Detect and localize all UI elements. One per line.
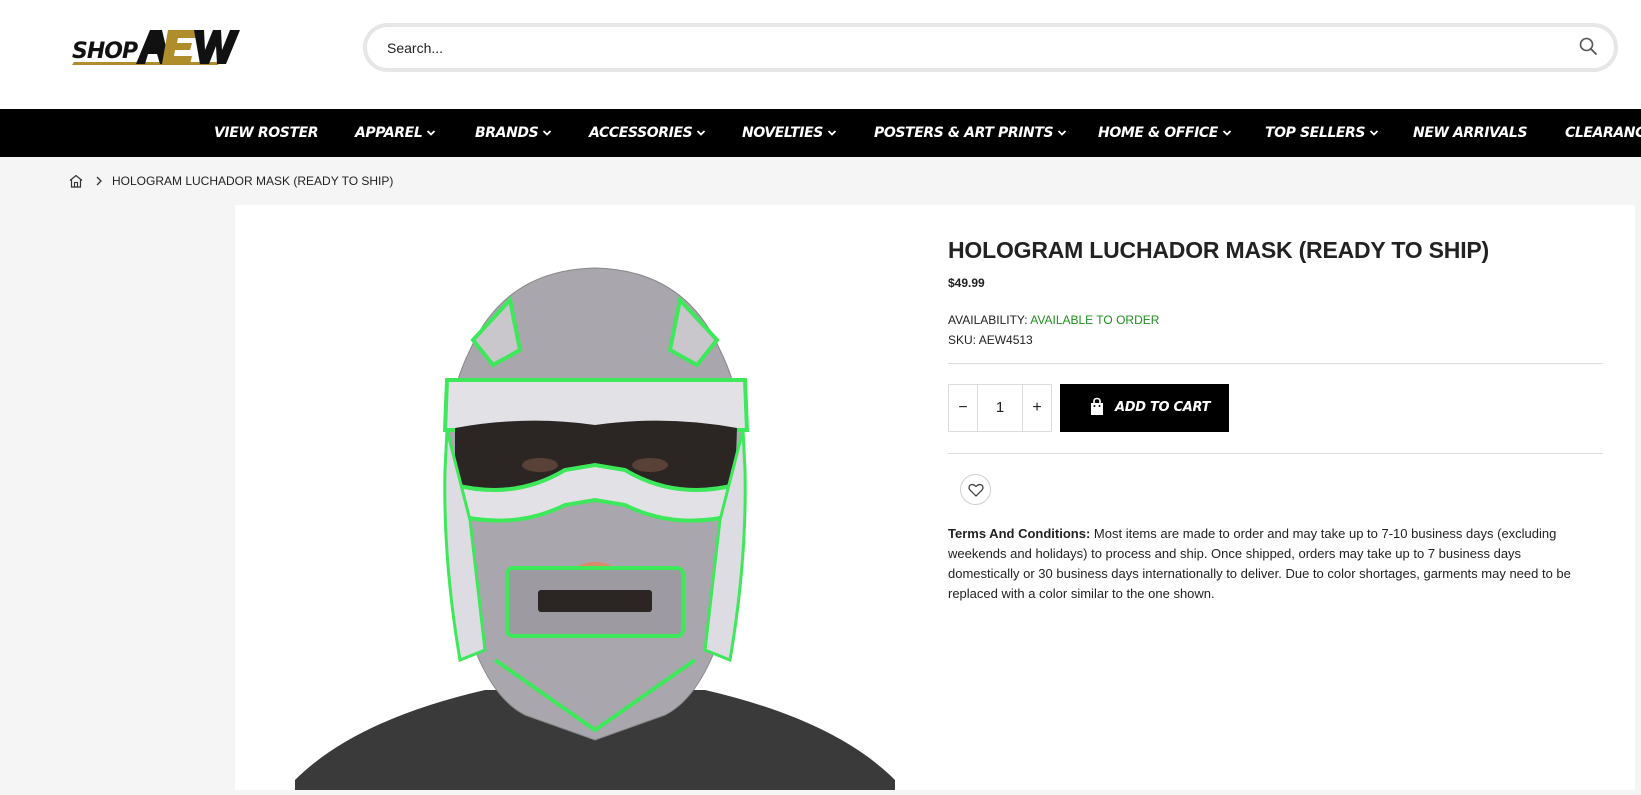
- product-card: [235, 205, 1635, 790]
- decrease-quantity-button[interactable]: −: [949, 385, 978, 431]
- nav-item-novelties[interactable]: NOVELTIES: [742, 109, 837, 157]
- product-image[interactable]: [295, 260, 895, 790]
- terms-heading: Terms And Conditions:: [948, 526, 1091, 541]
- nav-item-view-roster[interactable]: VIEW ROSTER: [214, 109, 319, 157]
- home-icon[interactable]: [68, 173, 84, 189]
- nav-label: ACCESSORIES: [589, 125, 693, 141]
- nav-label: NEW ARRIVALS: [1413, 125, 1528, 141]
- quantity-input[interactable]: [978, 385, 1022, 431]
- chevron-down-icon: [697, 130, 706, 136]
- nav-label: BRANDS: [475, 125, 539, 141]
- divider: [948, 453, 1603, 454]
- nav-label: CLEARANC: [1565, 125, 1641, 141]
- chevron-down-icon: [1369, 130, 1379, 136]
- chevron-down-icon: [1222, 130, 1232, 136]
- search-bar: [363, 23, 1618, 72]
- availability-status: AVAILABLE TO ORDER: [1030, 313, 1160, 327]
- wishlist-button[interactable]: [960, 474, 991, 505]
- nav-label: VIEW ROSTER: [214, 125, 319, 141]
- add-to-cart-label: ADD TO CART: [1115, 400, 1211, 415]
- nav-label: TOP SELLERS: [1265, 125, 1366, 141]
- availability: AVAILABILITY: AVAILABLE TO ORDER: [948, 313, 1159, 327]
- nav-item-top-sellers[interactable]: TOP SELLERS: [1265, 109, 1379, 157]
- terms-and-conditions: Terms And Conditions: Most items are mad…: [948, 524, 1588, 604]
- nav-label: NOVELTIES: [742, 125, 823, 141]
- nav-item-new-arrivals[interactable]: NEW ARRIVALS: [1413, 109, 1528, 157]
- nav-item-brands[interactable]: BRANDS: [475, 109, 552, 157]
- divider: [948, 363, 1603, 364]
- sku-value: AEW4513: [978, 333, 1033, 347]
- nav-item-clearance[interactable]: CLEARANC: [1565, 109, 1641, 157]
- chevron-down-icon: [543, 130, 552, 136]
- chevron-right-icon: [94, 174, 104, 188]
- main-nav: VIEW ROSTER APPAREL BRANDS ACCESSORIES N…: [0, 109, 1641, 157]
- chevron-down-icon: [427, 130, 436, 136]
- nav-item-posters[interactable]: POSTERS & ART PRINTS: [874, 109, 1067, 157]
- sku-label: SKU:: [948, 333, 977, 347]
- product-title: HOLOGRAM LUCHADOR MASK (READY TO SHIP): [948, 237, 1489, 263]
- availability-label: AVAILABILITY:: [948, 313, 1028, 327]
- shopping-bag-icon: [1091, 397, 1103, 415]
- site-header: SHOP: [0, 0, 1641, 109]
- chevron-down-icon: [1058, 130, 1067, 136]
- nav-label: POSTERS & ART PRINTS: [874, 125, 1054, 141]
- nav-label: HOME & OFFICE: [1098, 125, 1218, 141]
- nav-item-home-office[interactable]: HOME & OFFICE: [1098, 109, 1232, 157]
- nav-item-accessories[interactable]: ACCESSORIES: [589, 109, 706, 157]
- breadcrumb-current: HOLOGRAM LUCHADOR MASK (READY TO SHIP): [112, 174, 394, 188]
- increase-quantity-button[interactable]: +: [1022, 385, 1051, 431]
- nav-item-apparel[interactable]: APPAREL: [355, 109, 436, 157]
- product-price: $49.99: [948, 276, 985, 290]
- chevron-down-icon: [827, 130, 837, 136]
- sku: SKU: AEW4513: [948, 333, 1033, 347]
- search-input[interactable]: [387, 27, 1537, 68]
- heart-icon: [968, 483, 984, 497]
- add-to-cart-button[interactable]: ADD TO CART: [1060, 384, 1229, 432]
- nav-label: APPAREL: [355, 125, 423, 141]
- breadcrumb: HOLOGRAM LUCHADOR MASK (READY TO SHIP): [0, 157, 1641, 205]
- shop-aew-logo[interactable]: SHOP: [70, 26, 242, 68]
- quantity-stepper: − +: [948, 384, 1052, 432]
- svg-text:SHOP: SHOP: [72, 39, 138, 64]
- search-icon[interactable]: [1578, 36, 1602, 60]
